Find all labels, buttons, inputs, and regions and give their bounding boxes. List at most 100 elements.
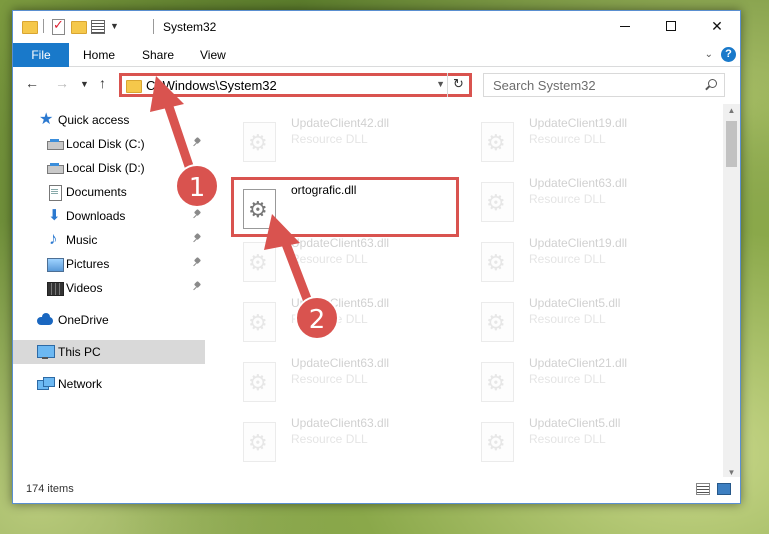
dll-file-icon xyxy=(481,182,514,222)
list-item[interactable]: UpdateClient65.dll Resource DLL xyxy=(231,290,451,344)
sidebar-item-downloads[interactable]: Downloads xyxy=(13,204,205,228)
sidebar-item-label: Quick access xyxy=(58,113,130,127)
minimize-button[interactable] xyxy=(602,11,648,41)
sidebar-item-pictures[interactable]: Pictures xyxy=(13,252,205,276)
list-item[interactable]: UpdateClient63.dll Resource DLL xyxy=(231,230,451,284)
address-path[interactable]: C:\Windows\System32 xyxy=(146,78,277,93)
maximize-icon xyxy=(666,21,676,31)
list-item[interactable]: UpdateClient63.dll Resource DLL xyxy=(469,170,689,224)
file-type: Resource DLL xyxy=(529,252,606,266)
close-button[interactable]: ✕ xyxy=(694,11,740,41)
close-icon: ✕ xyxy=(711,17,723,34)
dll-file-icon xyxy=(481,302,514,342)
window-title: System32 xyxy=(163,20,217,34)
file-name: UpdateClient63.dll xyxy=(529,176,628,190)
cloud-icon xyxy=(37,312,53,328)
sidebar-item-local-disk-c[interactable]: Local Disk (C:) xyxy=(13,132,205,156)
file-type: Resource DLL xyxy=(529,132,606,146)
list-item[interactable]: UpdateClient5.dll Resource DLL xyxy=(469,410,689,464)
music-icon xyxy=(47,229,63,249)
list-item[interactable]: UpdateClient19.dll Resource DLL xyxy=(469,230,689,284)
list-item[interactable]: UpdateClient63.dll Resource DLL xyxy=(231,350,451,404)
step-1-badge: 1 xyxy=(175,164,219,208)
sidebar-item-this-pc[interactable]: This PC xyxy=(13,340,205,364)
dll-file-icon xyxy=(481,362,514,402)
scrollbar-thumb[interactable] xyxy=(726,121,737,167)
window-controls: ✕ xyxy=(602,11,740,41)
forward-arrow-icon[interactable]: → xyxy=(55,75,69,91)
tab-view[interactable]: View xyxy=(200,43,226,67)
list-item[interactable]: UpdateClient19.dll Resource DLL xyxy=(469,110,689,164)
file-name: UpdateClient5.dll xyxy=(529,296,621,310)
pin-icon xyxy=(193,258,201,268)
up-arrow-icon[interactable]: ↑ xyxy=(99,75,106,91)
computer-icon xyxy=(37,344,55,360)
navigation-pane: Quick access Local Disk (C:) Local Disk … xyxy=(13,104,208,479)
address-bar[interactable]: C:\Windows\System32 ▼ ↻ xyxy=(119,73,472,97)
recent-locations-chevron-icon[interactable]: ▼ xyxy=(80,79,89,89)
pin-icon xyxy=(193,210,201,220)
title-bar: ▼ System32 ✕ xyxy=(13,11,740,43)
file-type: Resource DLL xyxy=(291,432,368,446)
expand-ribbon-chevron-icon[interactable]: ⌄ xyxy=(705,49,713,60)
videos-icon xyxy=(47,280,64,296)
file-name: UpdateClient63.dll xyxy=(291,356,390,370)
pin-icon xyxy=(193,282,201,292)
sidebar-item-label: Documents xyxy=(66,185,127,199)
disk-icon xyxy=(47,160,64,176)
sidebar-item-label: Pictures xyxy=(66,257,110,271)
file-name: UpdateClient19.dll xyxy=(529,116,628,130)
ribbon-tabs: File Home Share View ⌄ ? xyxy=(13,43,740,67)
refresh-icon[interactable]: ↻ xyxy=(447,73,469,97)
view-switcher xyxy=(696,483,731,495)
new-folder-icon[interactable] xyxy=(70,18,87,34)
customize-toolbar-chevron-icon[interactable]: ▼ xyxy=(110,21,119,31)
dll-file-icon xyxy=(481,422,514,462)
dll-file-icon xyxy=(481,122,514,162)
tab-file[interactable]: File xyxy=(13,43,69,67)
sidebar-item-label: Local Disk (C:) xyxy=(66,137,145,151)
vertical-scrollbar[interactable]: ▲ ▼ xyxy=(723,104,740,479)
title-divider xyxy=(153,19,154,34)
folder-icon xyxy=(125,77,142,93)
properties-check-icon[interactable] xyxy=(50,17,66,35)
properties-icon[interactable] xyxy=(90,18,106,34)
file-name: UpdateClient42.dll xyxy=(291,116,390,130)
search-placeholder: Search System32 xyxy=(493,78,596,93)
file-type: Resource DLL xyxy=(529,312,606,326)
scroll-up-arrow-icon[interactable]: ▲ xyxy=(723,106,740,115)
folder-icon[interactable] xyxy=(21,18,38,34)
sidebar-item-music[interactable]: Music xyxy=(13,228,205,252)
large-icons-view-icon[interactable] xyxy=(717,483,731,495)
sidebar-item-quick-access[interactable]: Quick access xyxy=(13,108,205,132)
list-item[interactable]: UpdateClient42.dll Resource DLL xyxy=(231,110,451,164)
back-arrow-icon[interactable]: ← xyxy=(25,75,39,91)
sidebar-item-onedrive[interactable]: OneDrive xyxy=(13,308,205,332)
sidebar-item-label: OneDrive xyxy=(58,313,109,327)
tab-share[interactable]: Share xyxy=(142,43,174,67)
help-icon[interactable]: ? xyxy=(721,47,736,62)
dll-file-icon xyxy=(243,302,276,342)
navigation-bar: ← → ▼ ↑ C:\Windows\System32 ▼ ↻ Search S… xyxy=(13,68,740,102)
search-icon[interactable] xyxy=(705,79,717,90)
file-name: UpdateClient63.dll xyxy=(291,236,390,250)
details-view-icon[interactable] xyxy=(696,483,710,495)
file-type: Resource DLL xyxy=(529,192,606,206)
dll-file-icon xyxy=(243,422,276,462)
search-input[interactable]: Search System32 xyxy=(483,73,725,97)
list-item[interactable]: UpdateClient5.dll Resource DLL xyxy=(469,290,689,344)
pin-icon xyxy=(193,234,201,244)
tab-home[interactable]: Home xyxy=(83,43,115,67)
scroll-down-arrow-icon[interactable]: ▼ xyxy=(723,468,740,477)
maximize-button[interactable] xyxy=(648,11,694,41)
list-item[interactable]: UpdateClient63.dll Resource DLL xyxy=(231,410,451,464)
file-name: UpdateClient5.dll xyxy=(529,416,621,430)
dll-file-icon xyxy=(243,362,276,402)
sidebar-item-videos[interactable]: Videos xyxy=(13,276,205,300)
sidebar-item-label: Downloads xyxy=(66,209,126,223)
sidebar-item-network[interactable]: Network xyxy=(13,372,205,396)
step-2-badge: 2 xyxy=(295,296,339,340)
list-item[interactable]: UpdateClient21.dll Resource DLL xyxy=(469,350,689,404)
dll-file-icon xyxy=(243,242,276,282)
address-dropdown-chevron-icon[interactable]: ▼ xyxy=(436,79,445,89)
